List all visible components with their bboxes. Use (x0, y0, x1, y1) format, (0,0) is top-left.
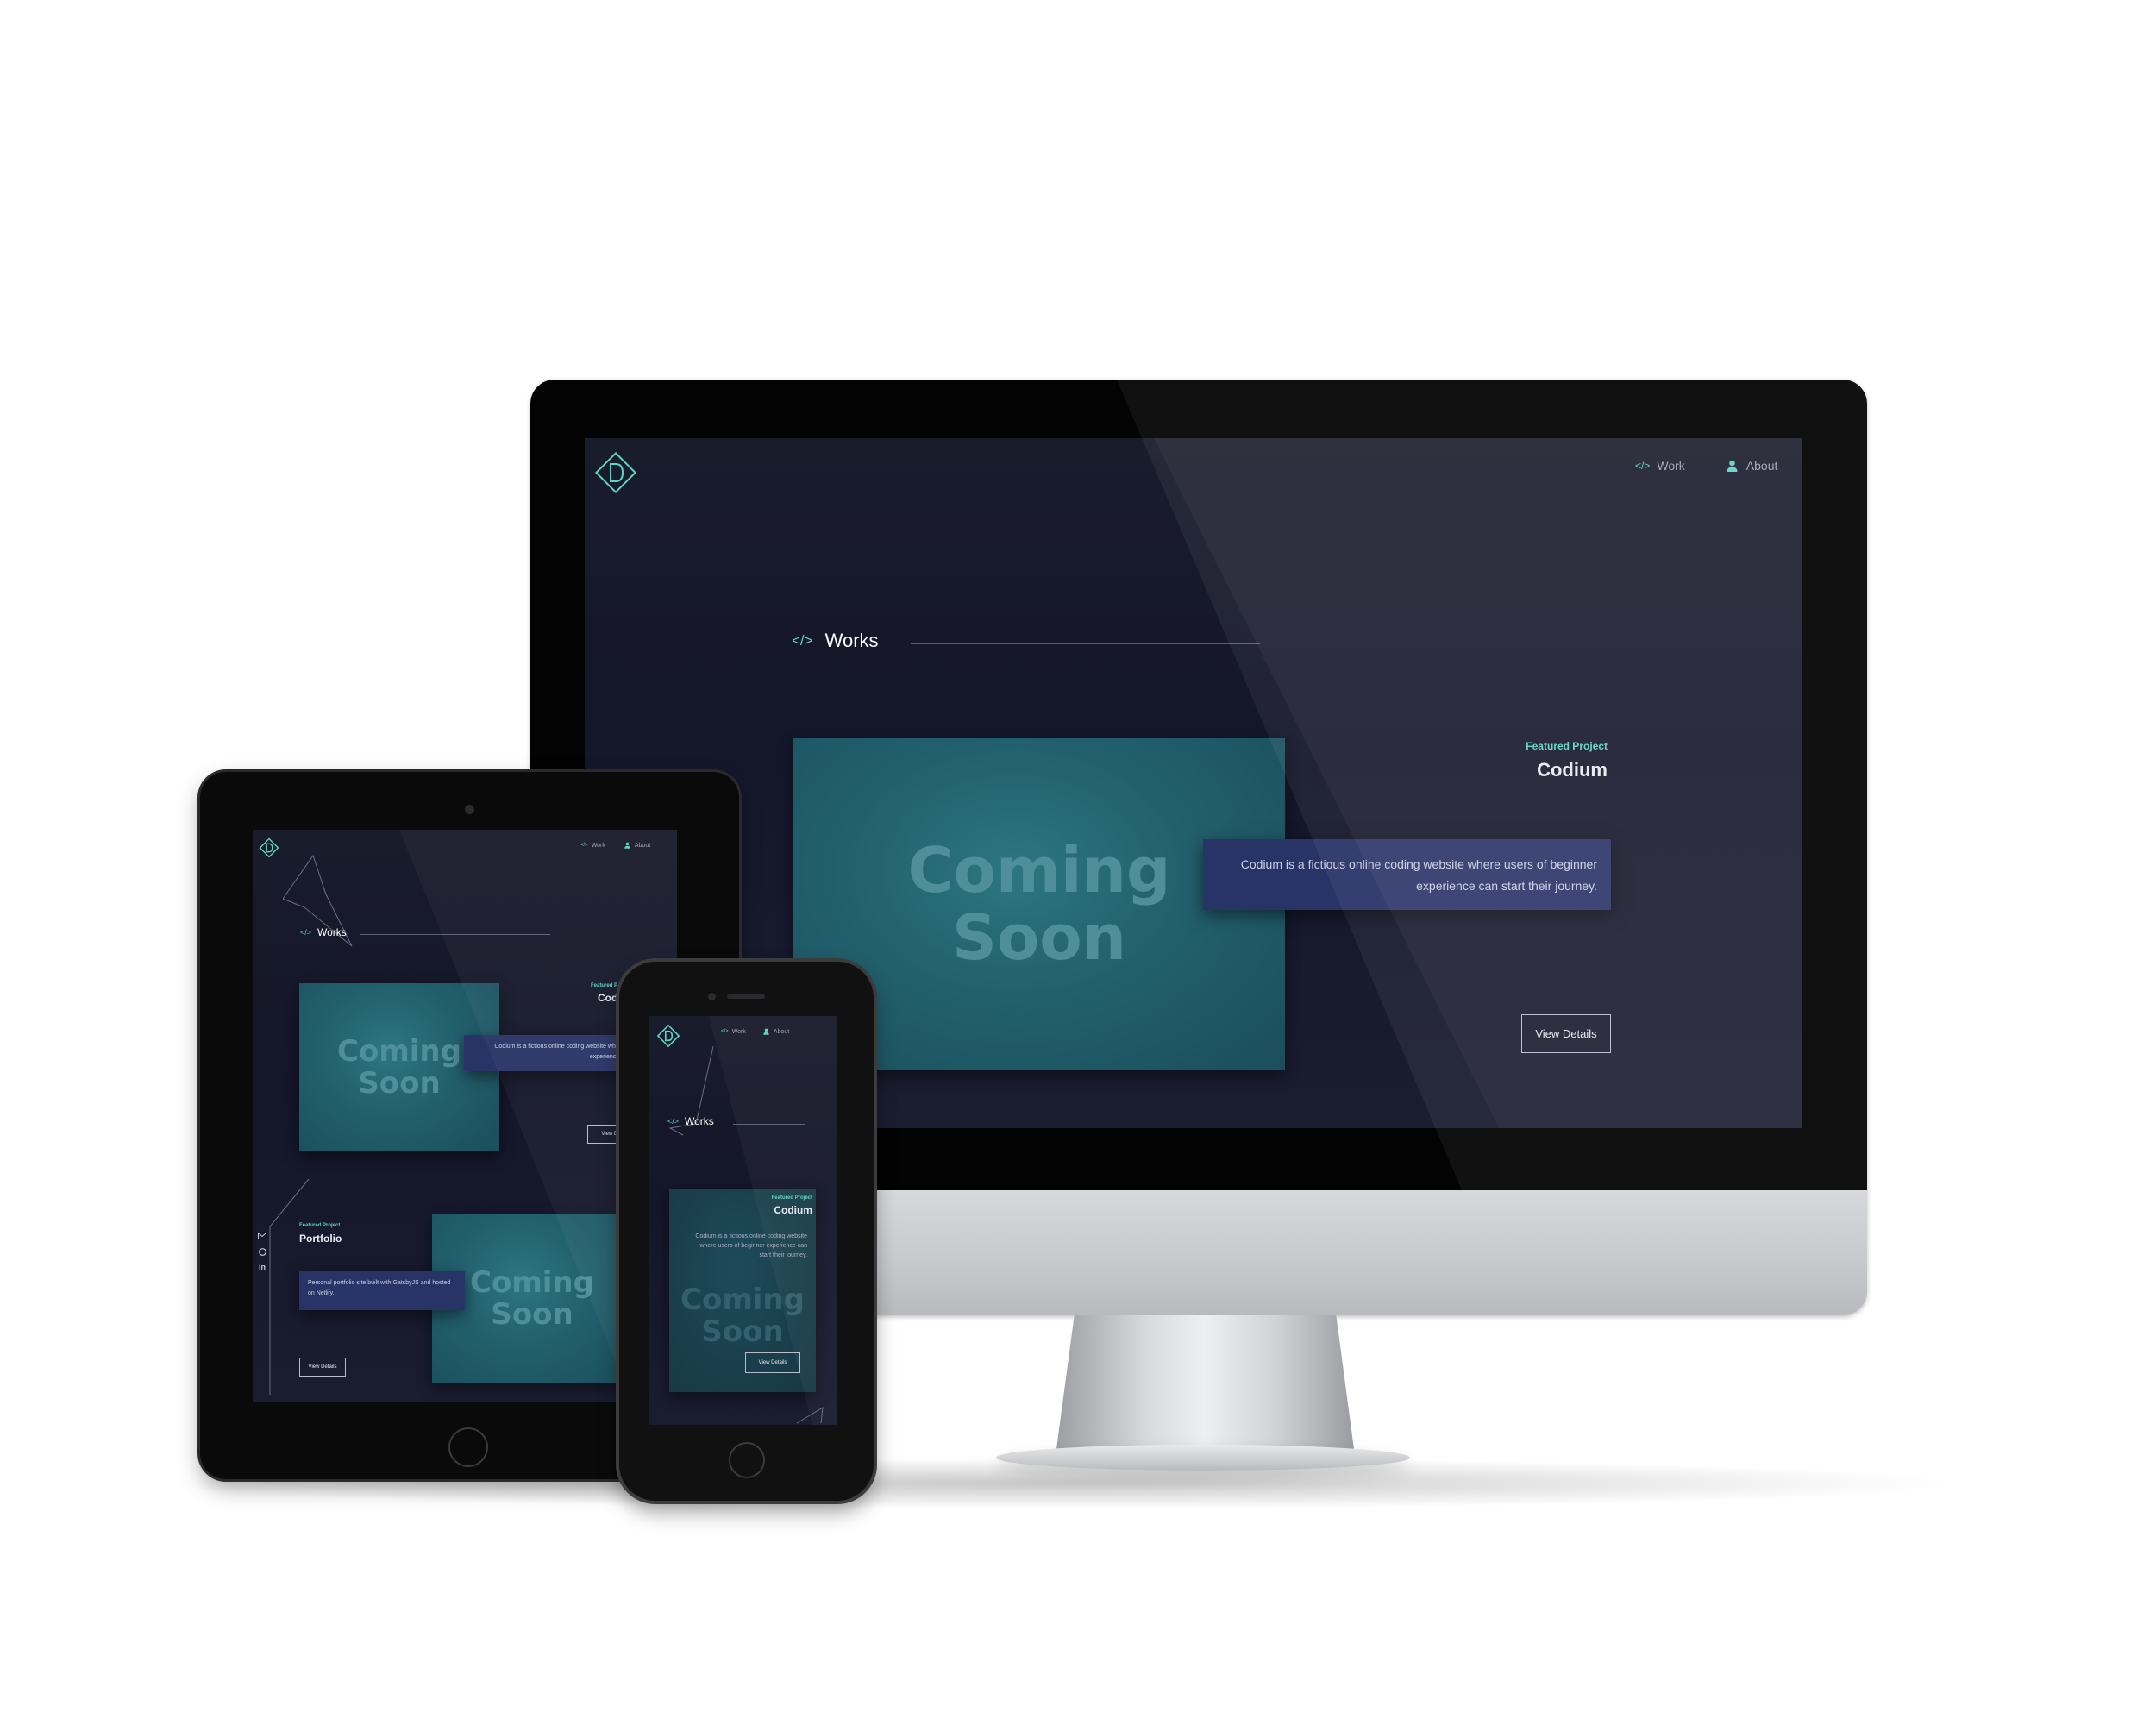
phone-screen: </> Work About </> Works Coming Soon Fea… (649, 1016, 837, 1425)
phone-camera (708, 993, 716, 1000)
nav-about-label: About (773, 1028, 790, 1035)
nav-about-link[interactable]: About (624, 842, 650, 849)
code-icon: </> (667, 1117, 680, 1126)
image-text-line1: Coming (907, 833, 1171, 906)
constellation-decoration (796, 1407, 824, 1424)
view-details-button[interactable]: View Details (745, 1352, 800, 1373)
project-description-text: Codium is a fictious online coding websi… (1240, 857, 1597, 893)
works-heading: </> Works (300, 926, 347, 938)
image-text-line1: Coming (337, 1033, 461, 1069)
monitor-stand-base (996, 1445, 1410, 1471)
tablet-screen: </> Work About </> Works Coming Soon Fea… (253, 830, 677, 1402)
works-title: Works (824, 630, 879, 651)
code-icon: </> (721, 1029, 729, 1034)
user-icon (763, 1028, 769, 1035)
project-description-text: Codium is a fictious online coding websi… (695, 1233, 807, 1259)
code-icon: </> (300, 928, 312, 937)
featured-label: Featured P (591, 983, 618, 988)
featured-label: Featured Project (1526, 740, 1608, 752)
image-text-line2: Soon (701, 1314, 784, 1349)
project-title: Portfolio (299, 1233, 342, 1245)
nav-work-label: Work (591, 842, 605, 849)
nav-about-link[interactable]: About (1727, 459, 1778, 473)
mail-icon[interactable] (258, 1233, 266, 1239)
works-divider (733, 1124, 805, 1125)
project-title: Codium (774, 1204, 812, 1216)
site-logo-icon[interactable] (592, 448, 640, 497)
user-icon (624, 842, 630, 849)
view-details-button[interactable]: View Details (1521, 1014, 1611, 1053)
project-title: Cod (598, 992, 618, 1004)
works-heading: </> Works (792, 630, 879, 652)
nav-work-label: Work (731, 1028, 746, 1035)
nav-about-label: About (1745, 459, 1778, 473)
view-details-button[interactable]: View Details (299, 1358, 346, 1377)
project-description: Personal portfolio site built with Gatsb… (299, 1271, 465, 1310)
nav-about-link[interactable]: About (763, 1028, 789, 1035)
project-description-text: Personal portfolio site built with Gatsb… (308, 1280, 451, 1296)
monitor-stand (1056, 1315, 1354, 1449)
project-description: Codium is a fictious online coding websi… (1203, 839, 1611, 910)
desktop-nav: </> Work About (1635, 459, 1777, 473)
linkedin-icon[interactable]: in (259, 1263, 266, 1271)
site-logo-icon[interactable] (258, 837, 280, 859)
tablet-home-button[interactable] (448, 1427, 488, 1467)
image-text-line2: Soon (951, 900, 1127, 974)
code-icon: </> (1635, 460, 1651, 472)
works-title: Works (685, 1115, 714, 1127)
code-icon: </> (580, 843, 588, 848)
image-text-line1: Coming (680, 1283, 805, 1318)
tablet-camera (465, 805, 474, 814)
project-description: Codium is a fictious online coding websi… (686, 1228, 812, 1270)
works-divider (911, 643, 1260, 644)
works-title: Works (317, 926, 347, 938)
image-text-line2: Soon (491, 1296, 573, 1332)
github-icon[interactable] (258, 1248, 266, 1256)
image-text-line1: Coming (470, 1264, 594, 1300)
nav-work-link[interactable]: </> Work (721, 1029, 746, 1035)
code-icon: </> (792, 632, 813, 649)
phone-home-button[interactable] (729, 1442, 765, 1478)
user-icon (1727, 460, 1738, 472)
featured-label: Featured Project (771, 1195, 812, 1201)
nav-about-label: About (634, 842, 651, 849)
image-text-line2: Soon (358, 1065, 441, 1101)
nav-work-label: Work (1657, 459, 1685, 473)
nav-work-link[interactable]: </> Work (1635, 459, 1685, 473)
works-divider (360, 934, 550, 935)
social-links: in (258, 1233, 266, 1271)
works-heading: </> Works (667, 1115, 714, 1127)
tablet-nav: </> Work About (580, 842, 650, 849)
nav-work-link[interactable]: </> Work (580, 843, 605, 849)
phone-nav: </> Work About (721, 1028, 789, 1035)
project-title: Codium (1537, 759, 1608, 781)
phone-speaker (727, 994, 765, 999)
featured-label: Featured Project (299, 1223, 341, 1228)
